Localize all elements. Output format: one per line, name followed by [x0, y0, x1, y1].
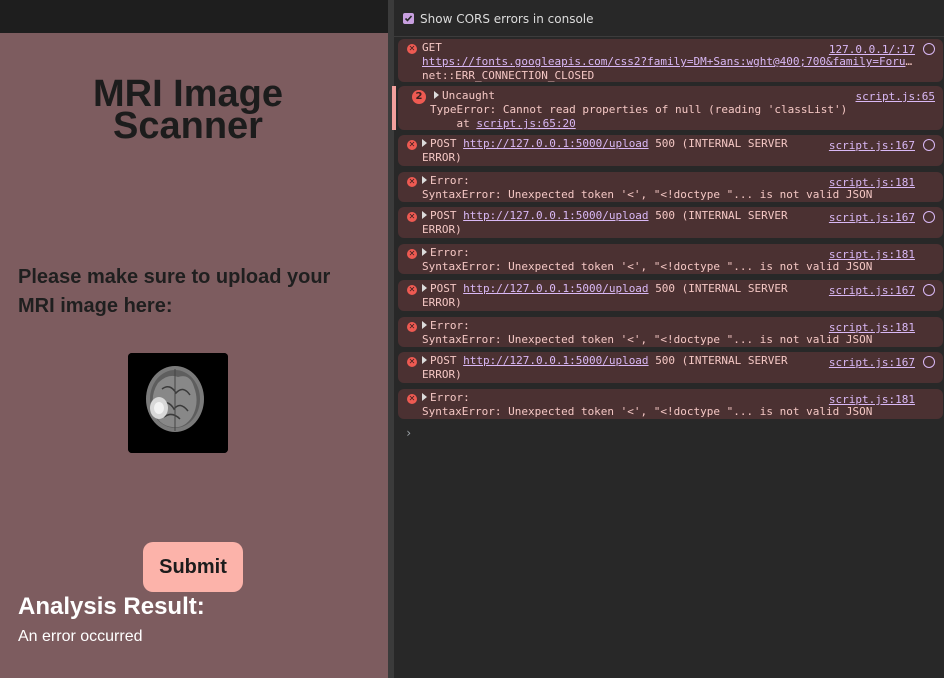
selection-indicator: [392, 86, 396, 130]
console-message[interactable]: 2 Uncaught TypeError: Cannot read proper…: [392, 86, 943, 130]
message-detail: SyntaxError: Unexpected token '<', "<!do…: [422, 260, 873, 273]
mri-brain-image: [128, 353, 228, 453]
message-source-link[interactable]: script.js:167: [829, 356, 915, 369]
message-source-link[interactable]: script.js:65: [856, 90, 935, 103]
stack-frame: at script.js:65:20: [430, 117, 576, 130]
stack-frame-link[interactable]: script.js:65:20: [476, 117, 575, 130]
console-message[interactable]: ✕ Error: SyntaxError: Unexpected token '…: [398, 244, 943, 274]
error-circle-icon: ✕: [407, 285, 417, 295]
page-top-bar: [0, 0, 388, 33]
cors-checkbox[interactable]: [403, 13, 414, 24]
message-source-link[interactable]: script.js:167: [829, 211, 915, 224]
triangle-right-icon: [422, 139, 427, 147]
devtools-console: Show CORS errors in console ✕ GET https:…: [392, 0, 944, 678]
triangle-right-icon: [422, 356, 427, 364]
message-text[interactable]: Error:: [422, 174, 470, 187]
console-message[interactable]: ✕ GET https://fonts.googleapis.com/css2?…: [398, 39, 943, 82]
network-clock-icon[interactable]: [923, 211, 935, 223]
message-detail: ERROR): [422, 368, 462, 381]
page-title-line2: Scanner: [113, 105, 263, 147]
web-page: MRI Image Scanner Please make sure to up…: [0, 0, 388, 678]
message-detail: SyntaxError: Unexpected token '<', "<!do…: [422, 333, 873, 346]
message-detail: ERROR): [422, 151, 462, 164]
message-text: GET: [422, 41, 442, 54]
message-detail: TypeError: Cannot read properties of nul…: [430, 103, 848, 116]
message-url[interactable]: https://fonts.googleapis.com/css2?family…: [422, 55, 917, 68]
triangle-right-icon: [422, 393, 427, 401]
console-toolbar: Show CORS errors in console: [394, 0, 944, 37]
message-source-link[interactable]: script.js:181: [829, 248, 915, 261]
console-message[interactable]: ✕ POST http://127.0.0.1:5000/upload 500 …: [398, 135, 943, 166]
message-text[interactable]: Error:: [422, 391, 470, 404]
upload-instructions: Please make sure to upload your MRI imag…: [18, 266, 331, 317]
message-detail: ERROR): [422, 296, 462, 309]
error-circle-icon: ✕: [407, 140, 417, 150]
triangle-right-icon: [422, 211, 427, 219]
message-text[interactable]: Error:: [422, 319, 470, 332]
message-detail: ERROR): [422, 223, 462, 236]
message-detail: SyntaxError: Unexpected token '<', "<!do…: [422, 188, 873, 201]
message-detail: SyntaxError: Unexpected token '<', "<!do…: [422, 405, 873, 418]
message-source-link[interactable]: script.js:181: [829, 321, 915, 334]
analysis-result-text: An error occurred: [18, 628, 143, 645]
console-message[interactable]: ✕ Error: SyntaxError: Unexpected token '…: [398, 172, 943, 202]
error-circle-icon: ✕: [407, 394, 417, 404]
message-source-link[interactable]: script.js:167: [829, 284, 915, 297]
network-clock-icon[interactable]: [923, 139, 935, 151]
analysis-result-heading: Analysis Result:: [18, 593, 205, 620]
message-detail: net::ERR_CONNECTION_CLOSED: [422, 69, 595, 82]
console-message[interactable]: ✕ Error: SyntaxError: Unexpected token '…: [398, 389, 943, 419]
triangle-right-icon: [422, 248, 427, 256]
triangle-right-icon: [434, 91, 439, 99]
checkbox-checked-icon: [404, 15, 413, 22]
console-prompt[interactable]: ›: [405, 426, 412, 440]
repeat-count-badge: 2: [412, 90, 426, 104]
message-text[interactable]: Error:: [422, 246, 470, 259]
console-message[interactable]: ✕ Error: SyntaxError: Unexpected token '…: [398, 317, 943, 347]
error-circle-icon: ✕: [407, 322, 417, 332]
error-circle-icon: ✕: [407, 44, 417, 54]
network-clock-icon[interactable]: [923, 284, 935, 296]
message-text[interactable]: POST http://127.0.0.1:5000/upload 500 (I…: [422, 354, 788, 367]
submit-button[interactable]: Submit: [143, 542, 243, 592]
triangle-right-icon: [422, 284, 427, 292]
network-clock-icon[interactable]: [923, 356, 935, 368]
mri-image-upload[interactable]: [128, 353, 228, 453]
console-message[interactable]: ✕ POST http://127.0.0.1:5000/upload 500 …: [398, 207, 943, 238]
triangle-right-icon: [422, 321, 427, 329]
message-text[interactable]: POST http://127.0.0.1:5000/upload 500 (I…: [422, 209, 788, 222]
console-message[interactable]: ✕ POST http://127.0.0.1:5000/upload 500 …: [398, 280, 943, 311]
network-clock-icon[interactable]: [923, 43, 935, 55]
cors-label[interactable]: Show CORS errors in console: [420, 12, 594, 26]
error-circle-icon: ✕: [407, 212, 417, 222]
message-source-link[interactable]: 127.0.0.1/:17: [829, 43, 915, 56]
message-source-link[interactable]: script.js:181: [829, 176, 915, 189]
page-body: MRI Image Scanner Please make sure to up…: [0, 33, 388, 678]
page-title: MRI Image Scanner: [0, 75, 376, 147]
error-circle-icon: ✕: [407, 177, 417, 187]
message-text[interactable]: POST http://127.0.0.1:5000/upload 500 (I…: [422, 282, 788, 295]
triangle-right-icon: [422, 176, 427, 184]
message-source-link[interactable]: script.js:181: [829, 393, 915, 406]
console-message[interactable]: ✕ POST http://127.0.0.1:5000/upload 500 …: [398, 352, 943, 383]
error-circle-icon: ✕: [407, 357, 417, 367]
message-text[interactable]: Uncaught: [434, 89, 495, 102]
error-circle-icon: ✕: [407, 249, 417, 259]
message-text[interactable]: POST http://127.0.0.1:5000/upload 500 (I…: [422, 137, 788, 150]
message-source-link[interactable]: script.js:167: [829, 139, 915, 152]
